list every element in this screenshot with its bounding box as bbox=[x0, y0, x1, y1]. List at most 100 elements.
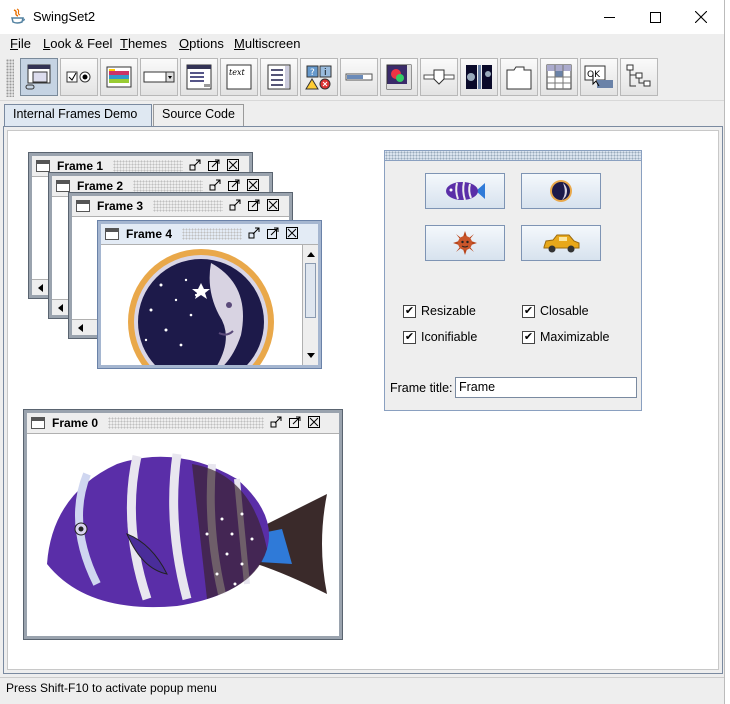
frame-4-title: Frame 4 bbox=[126, 227, 173, 241]
create-car-frame-button[interactable] bbox=[521, 225, 601, 261]
button-icon bbox=[66, 71, 91, 83]
scroll-thumb[interactable] bbox=[305, 263, 316, 318]
create-sun-frame-button[interactable] bbox=[425, 225, 505, 261]
status-bar: Press Shift-F10 to activate popup menu bbox=[0, 677, 724, 699]
iconify-icon[interactable] bbox=[188, 159, 202, 173]
button-demo-button[interactable] bbox=[60, 58, 98, 96]
iconify-icon[interactable] bbox=[228, 199, 242, 213]
iconify-icon[interactable] bbox=[247, 227, 261, 241]
internal-frame-0[interactable]: Frame 0 bbox=[23, 409, 343, 640]
close-icon[interactable] bbox=[266, 199, 280, 213]
close-icon[interactable] bbox=[246, 179, 260, 193]
fish-image bbox=[47, 453, 327, 608]
maximize-icon bbox=[649, 11, 661, 23]
color-chooser-demo-button[interactable] bbox=[100, 58, 138, 96]
internal-frame-4[interactable]: Frame 4 bbox=[97, 220, 322, 369]
tabbed-pane-icon bbox=[506, 66, 532, 90]
tooltip-icon: OK bbox=[584, 65, 613, 88]
frame-3-header[interactable]: Frame 3 bbox=[72, 196, 289, 216]
maximize-icon[interactable] bbox=[207, 159, 221, 173]
frame-title-input[interactable]: Frame bbox=[455, 377, 637, 398]
menu-multiscreen[interactable]: Multiscreen bbox=[234, 36, 300, 51]
iconifiable-checkbox[interactable]: ✔ Iconifiable bbox=[403, 330, 477, 344]
editor-pane-demo-button[interactable]: text bbox=[220, 58, 258, 96]
title-bar: SwingSet2 bbox=[0, 0, 724, 34]
car-icon bbox=[543, 234, 580, 253]
tooltip-demo-button[interactable]: OK bbox=[580, 58, 618, 96]
maximize-icon[interactable] bbox=[266, 227, 280, 241]
svg-text:i: i bbox=[324, 68, 327, 78]
menu-options[interactable]: Options bbox=[179, 36, 224, 51]
iconifiable-label: Iconifiable bbox=[421, 330, 478, 344]
checkbox-box: ✔ bbox=[522, 330, 535, 344]
close-button[interactable] bbox=[678, 0, 724, 34]
table-demo-button[interactable] bbox=[540, 58, 578, 96]
frame-4-content bbox=[101, 244, 318, 365]
table-icon bbox=[546, 64, 572, 90]
maximizable-checkbox[interactable]: ✔ Maximizable bbox=[522, 330, 609, 344]
panel-title-grip[interactable] bbox=[385, 151, 641, 161]
arrow-left-icon bbox=[58, 304, 63, 312]
arrow-left-icon bbox=[38, 284, 43, 292]
internal-frame-demo-button[interactable] bbox=[20, 58, 58, 96]
slider-demo-button[interactable] bbox=[420, 58, 458, 96]
tabbed-pane-demo-button[interactable] bbox=[500, 58, 538, 96]
maximize-icon[interactable] bbox=[247, 199, 261, 213]
frame-3-title: Frame 3 bbox=[97, 199, 144, 213]
file-chooser-icon bbox=[186, 64, 212, 90]
split-pane-demo-button[interactable] bbox=[460, 58, 498, 96]
create-moon-frame-button[interactable] bbox=[521, 173, 601, 209]
close-icon[interactable] bbox=[307, 416, 321, 430]
progress-bar-demo-button[interactable] bbox=[340, 58, 378, 96]
arrow-left-icon bbox=[78, 324, 83, 332]
toolbar: text ?i OK bbox=[0, 55, 724, 101]
frame-icon bbox=[31, 417, 45, 429]
iconify-icon[interactable] bbox=[269, 416, 283, 430]
arrow-up-icon bbox=[307, 252, 315, 257]
close-icon[interactable] bbox=[226, 159, 240, 173]
combobox-demo-button[interactable] bbox=[140, 58, 178, 96]
sun-icon bbox=[453, 231, 477, 255]
frame-1-title: Frame 1 bbox=[57, 159, 104, 173]
tree-demo-button[interactable] bbox=[620, 58, 658, 96]
app-window: SwingSet2 File Look & Feel Themes Option… bbox=[0, 0, 725, 704]
maximize-icon[interactable] bbox=[227, 179, 241, 193]
scroll-pane-demo-button[interactable] bbox=[380, 58, 418, 96]
java-app-icon bbox=[11, 8, 25, 24]
slider-icon bbox=[423, 69, 455, 85]
checkbox-box: ✔ bbox=[522, 304, 535, 318]
vertical-scrollbar[interactable] bbox=[302, 245, 318, 365]
file-chooser-demo-button[interactable] bbox=[180, 58, 218, 96]
fish-icon bbox=[446, 181, 485, 201]
list-icon bbox=[267, 64, 291, 90]
iconify-icon[interactable] bbox=[208, 179, 222, 193]
maximizable-label: Maximizable bbox=[540, 330, 610, 344]
option-pane-demo-button[interactable]: ? i bbox=[300, 58, 338, 96]
internal-frame-icon bbox=[25, 64, 51, 90]
frame-4-header[interactable]: Frame 4 bbox=[101, 224, 318, 244]
tab-internal-frames-demo[interactable]: Internal Frames Demo bbox=[4, 104, 152, 126]
title-grip bbox=[133, 180, 204, 192]
maximize-icon[interactable] bbox=[288, 416, 302, 430]
closable-checkbox[interactable]: ✔ Closable bbox=[522, 304, 589, 318]
minimize-button[interactable] bbox=[586, 0, 632, 34]
menu-file[interactable]: File bbox=[10, 36, 31, 51]
list-demo-button[interactable] bbox=[260, 58, 298, 96]
option-pane-icon: ? i bbox=[305, 65, 332, 90]
menu-themes[interactable]: Themes bbox=[120, 36, 167, 51]
title-grip bbox=[153, 200, 224, 212]
maximize-button[interactable] bbox=[632, 0, 678, 34]
frame-creation-panel: ✔ Resizable ✔ Closable ✔ Iconifiable ✔ Maxim… bbox=[384, 150, 642, 411]
checkbox-box: ✔ bbox=[403, 304, 416, 318]
tree-icon bbox=[626, 64, 651, 87]
create-fish-frame-button[interactable] bbox=[425, 173, 505, 209]
progress-bar-icon bbox=[345, 73, 373, 81]
tab-source-code[interactable]: Source Code bbox=[153, 104, 244, 126]
moon-image bbox=[128, 249, 274, 365]
resizable-checkbox[interactable]: ✔ Resizable bbox=[403, 304, 476, 318]
close-icon[interactable] bbox=[285, 227, 299, 241]
frame-0-header[interactable]: Frame 0 bbox=[27, 413, 339, 433]
toolbar-grip[interactable] bbox=[6, 59, 14, 97]
frame-0-title: Frame 0 bbox=[52, 416, 99, 430]
menu-look-and-feel[interactable]: Look & Feel bbox=[43, 36, 112, 51]
